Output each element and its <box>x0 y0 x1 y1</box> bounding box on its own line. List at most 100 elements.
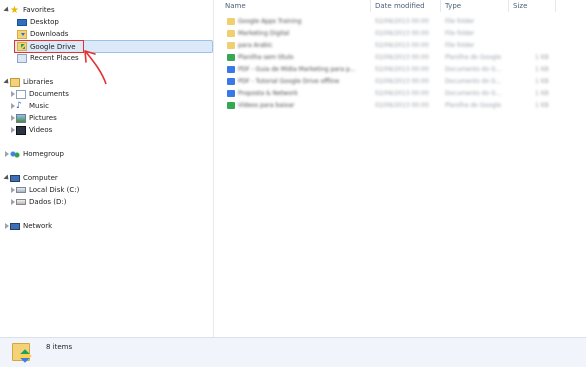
file-row[interactable]: Google Apps Training 02/06/2013 00:00 File… <box>215 16 555 27</box>
file-name: Planilha sem título <box>238 54 294 61</box>
recent-places-label: Recent Places <box>30 54 79 62</box>
file-date: 02/06/2013 00:00 <box>375 66 429 73</box>
file-size: 1 KB <box>535 54 549 61</box>
file-type: Documento do G... <box>445 78 502 85</box>
file-type: Planilha do Google <box>445 102 502 109</box>
file-date: 02/06/2013 00:00 <box>375 30 429 37</box>
file-size: 1 KB <box>535 90 549 97</box>
spreadsheet-icon <box>227 102 235 109</box>
nav-documents[interactable]: Documents <box>10 88 69 100</box>
nav-libraries[interactable]: Libraries <box>4 76 53 88</box>
google-drive-folder-icon <box>12 343 32 363</box>
document-icon <box>227 66 235 73</box>
file-name: para Arabic <box>238 42 273 49</box>
nav-computer[interactable]: Computer <box>4 172 58 184</box>
file-type: File folder <box>445 30 475 37</box>
nav-homegroup[interactable]: Homegroup <box>4 148 64 160</box>
folder-icon <box>227 30 235 37</box>
highlight-box <box>14 40 84 53</box>
downloads-label: Downloads <box>30 30 69 38</box>
pictures-label: Pictures <box>29 114 57 122</box>
star-icon: ★ <box>10 4 19 16</box>
document-icon <box>227 90 235 97</box>
column-size[interactable]: Size <box>513 2 527 10</box>
nav-downloads[interactable]: Downloads <box>17 28 68 40</box>
column-divider[interactable] <box>555 0 556 12</box>
file-name: Proposta & Network <box>238 90 298 97</box>
nav-desktop[interactable]: Desktop <box>17 16 59 28</box>
file-row[interactable]: Vídeos para baixar 02/06/2013 00:00 Planil… <box>215 100 555 111</box>
file-size: 1 KB <box>535 66 549 73</box>
file-row[interactable]: Proposta & Network 02/06/2013 00:00 Docume… <box>215 88 555 99</box>
nav-favorites[interactable]: ★ Favorites <box>4 4 55 16</box>
documents-icon <box>16 89 26 99</box>
pictures-icon <box>16 113 26 123</box>
file-date: 02/06/2013 00:00 <box>375 42 429 49</box>
nav-local-disk-c[interactable]: Local Disk (C:) <box>10 184 79 196</box>
computer-icon <box>10 174 20 182</box>
file-row[interactable]: Planilha sem título 02/06/2013 00:00 Plani… <box>215 52 555 63</box>
file-name: Vídeos para baixar <box>238 102 295 109</box>
music-label: Music <box>29 102 49 110</box>
file-date: 02/06/2013 00:00 <box>375 78 429 85</box>
desktop-label: Desktop <box>30 18 59 26</box>
file-date: 02/06/2013 00:00 <box>375 102 429 109</box>
file-row[interactable]: Marketing Digital 02/06/2013 00:00 File fo… <box>215 28 555 39</box>
nav-pictures[interactable]: Pictures <box>10 112 57 124</box>
file-row[interactable]: para Arabic 02/06/2013 00:00 File folder <box>215 40 555 51</box>
homegroup-icon <box>10 149 20 159</box>
file-date: 02/06/2013 00:00 <box>375 90 429 97</box>
status-bar: 8 items <box>0 337 586 367</box>
column-divider[interactable] <box>508 0 509 12</box>
hard-disk-icon <box>16 187 26 193</box>
videos-label: Videos <box>29 126 53 134</box>
item-count: 8 items <box>46 343 73 351</box>
local-disk-label: Local Disk (C:) <box>29 186 80 194</box>
file-type: Documento do G... <box>445 66 502 73</box>
file-name: Google Apps Training <box>238 18 302 25</box>
column-date-modified[interactable]: Date modified <box>375 2 425 10</box>
network-label: Network <box>23 222 53 230</box>
file-row[interactable]: PDF - Tutorial Google Drive offline 02/06… <box>215 76 555 87</box>
nav-dados-d[interactable]: Dados (D:) <box>10 196 67 208</box>
nav-recent-places[interactable]: Recent Places <box>17 52 79 64</box>
recent-places-icon <box>17 53 27 63</box>
libraries-label: Libraries <box>23 78 54 86</box>
file-size: 1 KB <box>535 78 549 85</box>
column-name[interactable]: Name <box>225 2 246 10</box>
nav-videos[interactable]: Videos <box>10 124 52 136</box>
annotation-arrow-icon <box>84 50 107 85</box>
dados-label: Dados (D:) <box>29 198 67 206</box>
homegroup-label: Homegroup <box>23 150 65 158</box>
desktop-icon <box>17 18 27 26</box>
file-row[interactable]: PDF - Guia de Mídia Marketing para p... 0… <box>215 64 555 75</box>
column-divider[interactable] <box>370 0 371 12</box>
nav-network[interactable]: Network <box>4 220 52 232</box>
libraries-icon <box>10 77 20 87</box>
file-size: 1 KB <box>535 102 549 109</box>
folder-icon <box>227 42 235 49</box>
document-icon <box>227 78 235 85</box>
file-type: Planilha do Google <box>445 54 502 61</box>
nav-music[interactable]: ♪ Music <box>10 100 49 112</box>
file-name: Marketing Digital <box>238 30 290 37</box>
hard-disk-icon <box>16 199 26 205</box>
favorites-label: Favorites <box>23 6 55 14</box>
folder-icon <box>227 18 235 25</box>
column-type[interactable]: Type <box>445 2 461 10</box>
videos-icon <box>16 125 26 135</box>
file-type: File folder <box>445 18 475 25</box>
file-name: PDF - Guia de Mídia Marketing para p... <box>238 66 356 73</box>
file-name: PDF - Tutorial Google Drive offline <box>238 78 340 85</box>
column-header: Name Date modified Type Size <box>215 0 586 12</box>
spreadsheet-icon <box>227 54 235 61</box>
column-divider[interactable] <box>440 0 441 12</box>
file-date: 02/06/2013 00:00 <box>375 18 429 25</box>
music-icon: ♪ <box>16 100 22 111</box>
file-date: 02/06/2013 00:00 <box>375 54 429 61</box>
file-type: File folder <box>445 42 475 49</box>
documents-label: Documents <box>29 90 69 98</box>
computer-label: Computer <box>23 174 58 182</box>
network-icon <box>10 222 20 230</box>
downloads-folder-icon <box>17 29 27 39</box>
